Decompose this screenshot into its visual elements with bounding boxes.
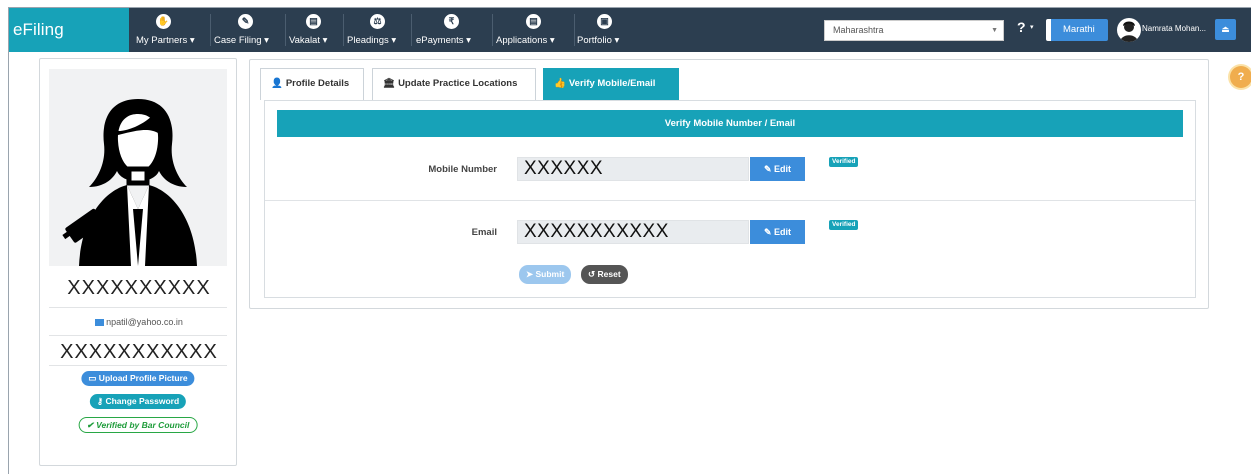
tab-profile-details[interactable]: 👤 Profile Details: [260, 68, 364, 100]
divider: [49, 365, 227, 366]
nav-applications[interactable]: ▤ Applications ▾: [496, 8, 574, 52]
verify-tab-content: Verify Mobile Number / Email Mobile Numb…: [264, 100, 1196, 298]
user-name[interactable]: Namrata Mohan...: [1142, 24, 1206, 33]
pencil-icon: ✎: [238, 14, 253, 29]
bar-council-verified-badge: ✔ Verified by Bar Council: [78, 417, 198, 433]
tab-label: Verify Mobile/Email: [568, 78, 656, 89]
tab-label: Profile Details: [285, 78, 350, 89]
nav-separator: [343, 14, 344, 46]
email-label: Email: [471, 227, 497, 238]
nav-my-partners[interactable]: ✋ My Partners ▾: [136, 8, 208, 52]
upload-profile-picture-label: Upload Profile Picture: [98, 373, 188, 383]
nav-separator: [492, 14, 493, 46]
nav-case-filing[interactable]: ✎ Case Filing ▾: [214, 8, 282, 52]
bar-council-verified-label: Verified by Bar Council: [96, 420, 190, 430]
profile-name: XXXXXXXXXX: [67, 277, 211, 299]
scales-icon: ⚖: [370, 14, 385, 29]
briefcase-icon: ▣: [597, 14, 612, 29]
email-verified-badge: Verified: [829, 220, 859, 230]
nav-separator: [574, 14, 575, 46]
submit-label: Submit: [535, 269, 565, 279]
edit-mobile-button[interactable]: ✎ Edit: [750, 157, 805, 181]
profile-email: npatil@yahoo.co.in: [40, 317, 238, 327]
mobile-number-field[interactable]: XXXXXX: [517, 157, 749, 181]
user-icon: 👤: [271, 78, 283, 89]
nav-portfolio[interactable]: ▣ Portfolio ▾: [577, 8, 633, 52]
check-icon: ✔: [86, 420, 94, 430]
edit-email-button[interactable]: ✎ Edit: [750, 220, 805, 244]
pencil-icon: ✎: [763, 227, 772, 237]
edit-label: Edit: [774, 164, 792, 174]
top-navbar: eFiling Services ✋ My Partners ▾ ✎ Case …: [9, 8, 1251, 83]
help-button[interactable]: ?: [1017, 19, 1026, 35]
nav-epayments[interactable]: ₹ ePayments ▾: [416, 8, 490, 52]
mobile-number-label: Mobile Number: [428, 164, 497, 175]
nav-separator: [285, 14, 286, 46]
logout-icon: ⏏: [1221, 24, 1230, 34]
envelope-icon: [95, 319, 105, 326]
document-icon: ▤: [306, 14, 321, 29]
user-avatar[interactable]: [1117, 18, 1141, 42]
divider: [49, 307, 227, 308]
reset-label: Reset: [597, 269, 621, 279]
question-icon: ?: [1237, 71, 1245, 83]
state-select[interactable]: Maharashtra ▼: [824, 20, 1004, 41]
nav-label: Applications ▾: [496, 35, 555, 46]
nav-separator: [210, 14, 211, 46]
mobile-verified-badge: Verified: [829, 157, 859, 167]
pencil-icon: ✎: [763, 164, 772, 174]
nav-label: Portfolio ▾: [577, 35, 620, 46]
brand-logo[interactable]: eFiling Services: [9, 8, 129, 83]
reset-icon: ↺: [588, 269, 596, 279]
tab-update-practice-locations[interactable]: 🏛 Update Practice Locations: [372, 68, 536, 100]
submit-button[interactable]: ➤ Submit: [519, 265, 572, 284]
section-header: Verify Mobile Number / Email: [277, 110, 1183, 137]
profile-picture: [49, 69, 227, 269]
rupee-icon: ₹: [444, 14, 459, 29]
lawyer-avatar-icon: [62, 99, 197, 269]
app-window: eFiling Services ✋ My Partners ▾ ✎ Case …: [8, 7, 1251, 474]
nav-label: My Partners ▾: [136, 35, 195, 46]
chevron-down-icon: ▼: [991, 27, 998, 34]
profile-card: XXXXXXXXXX npatil@yahoo.co.in XXXXXXXXXX…: [39, 58, 237, 466]
edit-label: Edit: [774, 227, 792, 237]
thumbs-up-icon: 👍: [554, 78, 566, 89]
profile-phone: XXXXXXXXXXX: [60, 341, 218, 363]
nav-vakalat[interactable]: ▤ Vakalat ▾: [289, 8, 341, 52]
logout-button[interactable]: ⏏: [1215, 19, 1236, 40]
upload-profile-picture-button[interactable]: ▭ Upload Profile Picture: [81, 371, 195, 386]
file-icon: ▤: [526, 14, 541, 29]
key-icon: ⚷: [96, 396, 104, 406]
nav-label: Pleadings ▾: [347, 35, 397, 46]
divider: [265, 200, 1195, 201]
nav-label: ePayments ▾: [416, 35, 471, 46]
state-select-value: Maharashtra: [833, 25, 884, 35]
help-bubble-button[interactable]: ?: [1230, 66, 1251, 88]
change-password-label: Change Password: [105, 396, 180, 406]
handshake-icon: ✋: [156, 14, 171, 29]
divider: [49, 335, 227, 336]
change-password-button[interactable]: ⚷ Change Password: [89, 394, 187, 409]
tab-verify-mobile-email[interactable]: 👍 Verify Mobile/Email: [543, 68, 679, 100]
reset-button[interactable]: ↺ Reset: [581, 265, 628, 284]
nav-label: Vakalat ▾: [289, 35, 328, 46]
user-avatar-icon: [1120, 21, 1138, 42]
email-field[interactable]: XXXXXXXXXXX: [517, 220, 749, 244]
send-icon: ➤: [526, 269, 534, 279]
tab-label: Update Practice Locations: [398, 78, 518, 89]
nav-separator: [411, 14, 412, 46]
institution-icon: 🏛: [383, 78, 396, 89]
language-button[interactable]: Marathi: [1046, 19, 1108, 41]
image-icon: ▭: [88, 373, 97, 383]
main-panel: 👤 Profile Details 🏛 Update Practice Locati…: [249, 59, 1209, 309]
nav-label: Case Filing ▾: [214, 35, 269, 46]
profile-email-text: npatil@yahoo.co.in: [106, 317, 183, 327]
nav-pleadings[interactable]: ⚖ Pleadings ▾: [347, 8, 409, 52]
chevron-down-icon[interactable]: ▾: [1030, 23, 1034, 31]
